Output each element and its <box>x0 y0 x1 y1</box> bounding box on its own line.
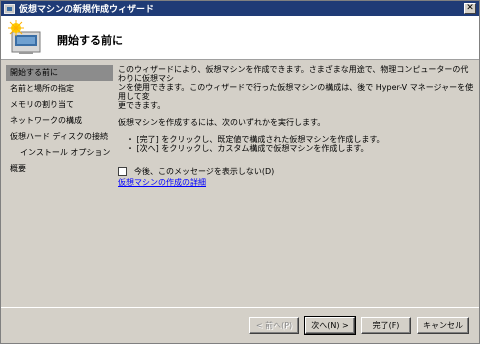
virtual-machine-icon <box>4 3 15 14</box>
instruction-text: 仮想マシンを作成するには、次のいずれかを実行します。 <box>118 118 326 127</box>
new-vm-wizard-icon <box>8 20 41 54</box>
intro-line: 更できます。 <box>118 101 166 110</box>
option-list: ・ [完了] をクリックし、既定値で構成された仮想マシンを作成します。 ・ [次… <box>118 135 476 153</box>
nav-step-install-options[interactable]: インストール オプション <box>6 145 113 161</box>
nav-step-memory[interactable]: メモリの割り当て <box>6 97 113 113</box>
page-title: 開始する前に <box>57 34 123 47</box>
learn-more-link[interactable]: 仮想マシンの作成の詳細 <box>118 177 476 188</box>
nav-step-network[interactable]: ネットワークの構成 <box>6 113 113 129</box>
nav-step-virtual-disk[interactable]: 仮想ハード ディスクの接続 <box>6 129 113 145</box>
back-button[interactable]: < 前へ(P) <box>249 317 299 334</box>
wizard-window: 仮想マシンの新規作成ウィザード ✕ 開始する前に 開始する前に 名前と場所の指定… <box>0 0 480 344</box>
dont-show-again-row[interactable]: 今後、このメッセージを表示しない(D) <box>118 165 476 177</box>
dont-show-again-checkbox[interactable] <box>118 166 127 176</box>
title-bar[interactable]: 仮想マシンの新規作成ウィザード ✕ <box>1 1 479 16</box>
window-title: 仮想マシンの新規作成ウィザード <box>19 5 155 15</box>
nav-step-before-you-begin[interactable]: 開始する前に <box>6 65 113 81</box>
option-next-text: ・ [次へ] をクリックし、カスタム構成で仮想マシンを作成します。 <box>126 144 369 153</box>
nav-step-name-location[interactable]: 名前と場所の指定 <box>6 81 113 97</box>
intro-line: このウィザードにより、仮想マシンを作成できます。さまざまな用途で、物理コンピュー… <box>118 65 469 83</box>
intro-line: ンを使用できます。このウィザードで行った仮想マシンの構成は、後で Hyper-V… <box>118 83 474 101</box>
option-finish-text: ・ [完了] をクリックし、既定値で構成された仮想マシンを作成します。 <box>126 135 385 144</box>
dont-show-again-label[interactable]: 今後、このメッセージを表示しない(D) <box>134 166 274 177</box>
footer-divider <box>1 307 479 308</box>
next-button[interactable]: 次へ(N) > <box>304 316 356 335</box>
cancel-button[interactable]: キャンセル <box>417 317 469 334</box>
intro-paragraph: このウィザードにより、仮想マシンを作成できます。さまざまな用途で、物理コンピュー… <box>118 65 476 110</box>
finish-button[interactable]: 完了(F) <box>361 317 411 334</box>
nav-step-summary[interactable]: 概要 <box>6 161 113 177</box>
close-button[interactable]: ✕ <box>464 3 476 14</box>
wizard-content: このウィザードにより、仮想マシンを作成できます。さまざまな用途で、物理コンピュー… <box>118 65 476 305</box>
wizard-header: 開始する前に <box>1 16 479 60</box>
wizard-steps-nav: 開始する前に 名前と場所の指定 メモリの割り当て ネットワークの構成 仮想ハード… <box>6 65 113 305</box>
